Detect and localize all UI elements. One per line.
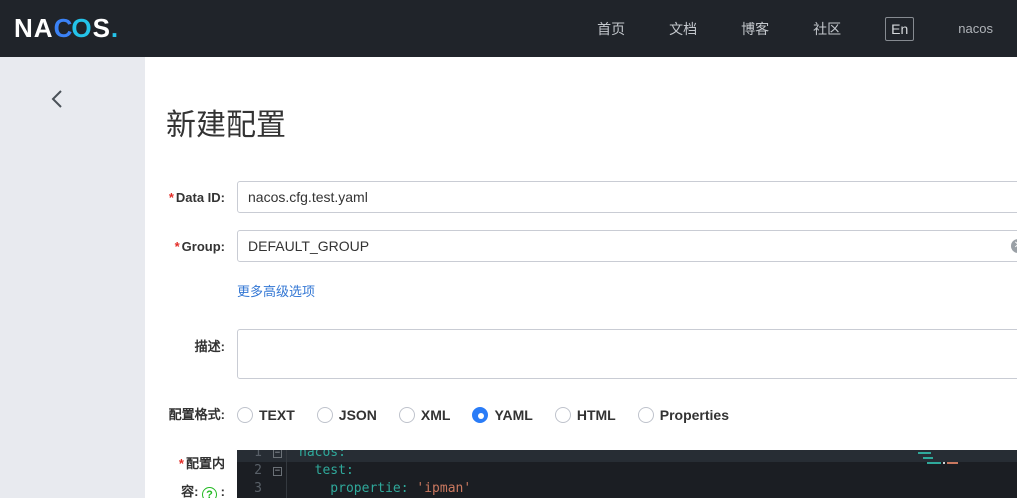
navbar-menu: 首页 文档 博客 社区 En nacos — [597, 16, 993, 41]
required-asterisk: * — [174, 238, 180, 254]
format-radio-group: TEXT JSON XML YAML HTML Properties — [237, 406, 1017, 423]
radio-circle-icon — [637, 406, 654, 423]
description-textarea[interactable] — [237, 329, 1017, 379]
left-sidebar — [0, 57, 145, 498]
editor-line[interactable]: 2 − test: — [237, 462, 1017, 480]
code-editor[interactable]: 1 − nacos: 2 − test: 3 propertie: 'ipman… — [237, 450, 1017, 498]
radio-circle-icon — [554, 406, 571, 423]
editor-line[interactable]: 1 − nacos: — [237, 450, 1017, 462]
yaml-value: 'ipman' — [408, 481, 472, 496]
required-asterisk: * — [178, 456, 184, 471]
line-number: 1 — [254, 450, 262, 460]
radio-yaml-selected[interactable]: YAML — [472, 406, 533, 423]
current-user[interactable]: nacos — [958, 21, 993, 36]
nav-item-home[interactable]: 首页 — [597, 19, 625, 39]
main-content: 新建配置 *Data ID: *Group: ✕ — [145, 57, 1017, 498]
chevron-left-icon — [51, 90, 62, 108]
fold-minus-icon: − — [273, 465, 282, 476]
line-number: 2 — [254, 463, 262, 478]
radio-circle-icon — [398, 406, 415, 423]
radio-text[interactable]: TEXT — [237, 406, 295, 423]
nacos-logo[interactable]: NA C O S. — [14, 13, 119, 44]
radio-xml[interactable]: XML — [398, 406, 450, 423]
language-toggle-button[interactable]: En — [885, 16, 915, 41]
radio-circle-icon — [472, 406, 489, 423]
editor-content: 1 − nacos: 2 − test: 3 propertie: 'ipman… — [237, 450, 1017, 498]
fold-toggle[interactable]: − — [269, 450, 286, 462]
editor-minimap[interactable] — [918, 452, 958, 467]
required-asterisk: * — [168, 189, 174, 205]
top-navbar: NA C O S. 首页 文档 博客 社区 En nacos — [0, 0, 1017, 57]
line-number: 3 — [254, 481, 262, 496]
nav-item-community[interactable]: 社区 — [813, 19, 841, 39]
yaml-key: test: — [299, 463, 354, 478]
radio-circle-icon — [316, 406, 333, 423]
yaml-key: propertie: — [299, 481, 409, 496]
more-advanced-options-link[interactable]: 更多高级选项 — [237, 284, 315, 299]
format-label: 配置格式: — [168, 407, 225, 422]
help-icon[interactable]: ? — [202, 487, 218, 498]
logo-text: NA — [14, 13, 54, 43]
radio-circle-icon — [237, 406, 253, 423]
fold-toggle[interactable]: − — [269, 462, 286, 480]
fold-minus-icon: − — [273, 450, 282, 458]
group-input[interactable] — [237, 230, 1017, 262]
logo-text: S — [92, 13, 111, 43]
radio-properties[interactable]: Properties — [637, 406, 729, 423]
new-config-form: *Data ID: *Group: ✕ 更多高 — [166, 181, 1017, 498]
back-button[interactable] — [46, 87, 70, 111]
radio-html[interactable]: HTML — [554, 406, 616, 423]
content-label: * 配置内容: ? : — [166, 450, 225, 498]
description-label: 描述: — [194, 339, 225, 354]
page-title: 新建配置 — [166, 109, 286, 142]
group-label: * Group: — [174, 238, 225, 254]
editor-line[interactable]: 3 propertie: 'ipman' — [237, 480, 1017, 498]
nav-item-blog[interactable]: 博客 — [741, 19, 769, 39]
radio-json[interactable]: JSON — [316, 406, 377, 423]
logo-text: O — [71, 13, 93, 43]
logo-text: . — [110, 13, 120, 43]
yaml-key: nacos: — [299, 450, 346, 460]
data-id-label: * Data ID: — [168, 189, 225, 205]
data-id-input[interactable] — [237, 181, 1017, 213]
nav-item-docs[interactable]: 文档 — [669, 19, 697, 39]
